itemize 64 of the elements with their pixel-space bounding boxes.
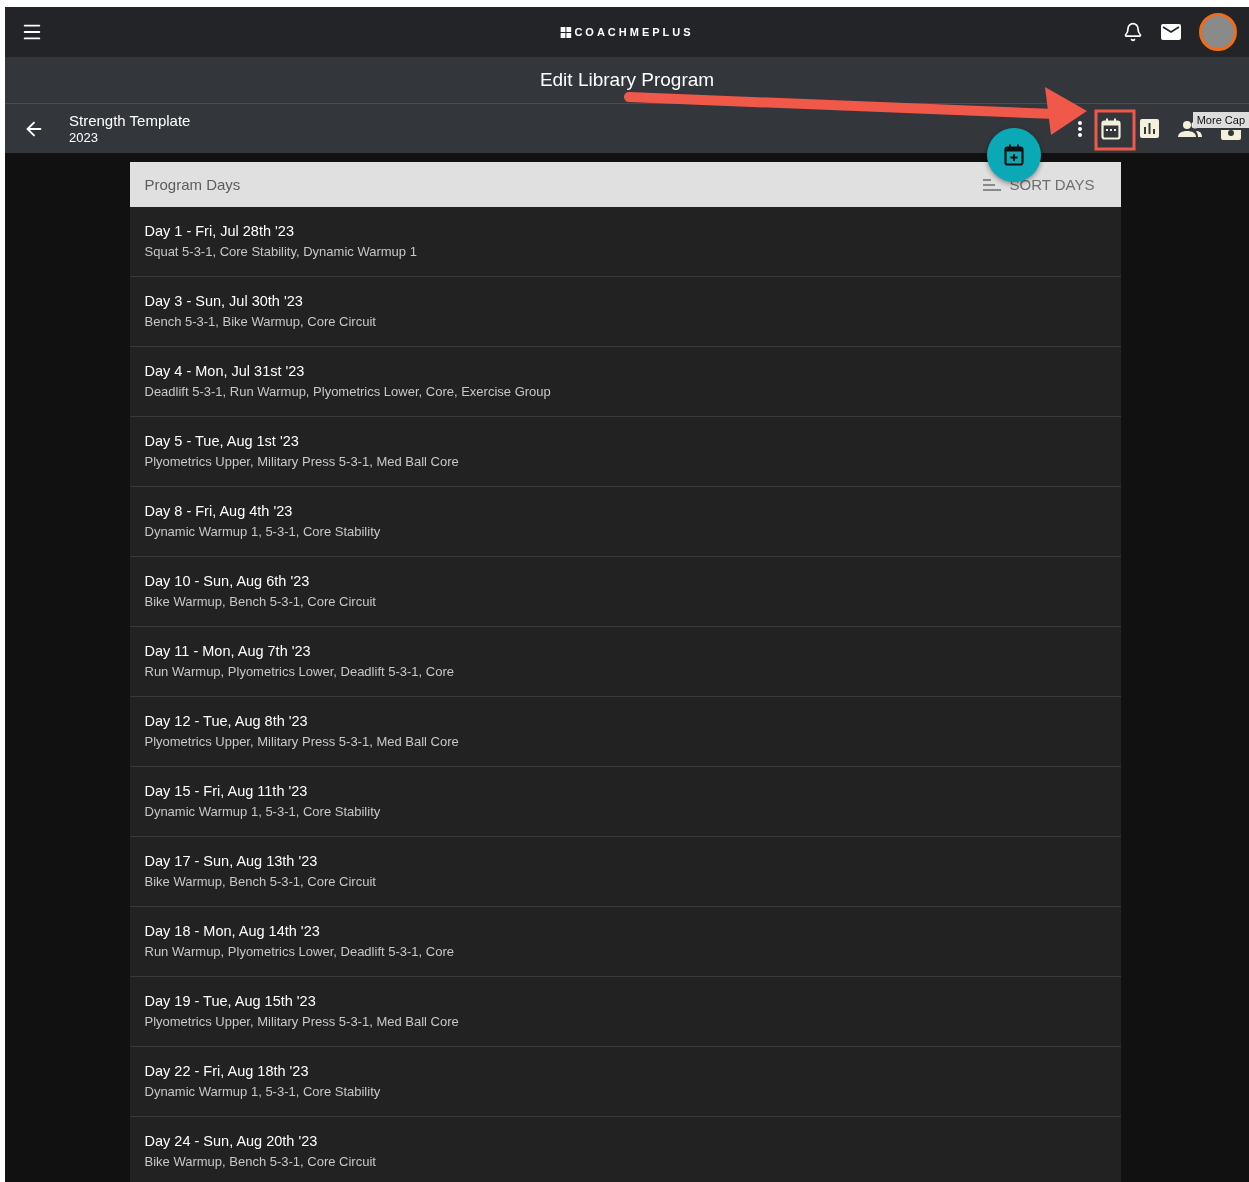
- day-row[interactable]: Day 18 - Mon, Aug 14th '23 Run Warmup, Plyometrics Lower, Deadlift 5-3-1, Core: [129, 907, 1121, 977]
- day-exercises: Deadlift 5-3-1, Run Warmup, Plyometrics Lower, Core, Exercise Group: [144, 384, 552, 399]
- sort-icon: [983, 178, 1002, 191]
- day-row[interactable]: Day 1 - Fri, Jul 28th '23 Squat 5-3-1, Core Stability, Dynamic Warmup 1: [129, 207, 1121, 277]
- annotation-highlight: [1094, 109, 1136, 151]
- day-row[interactable]: Day 19 - Tue, Aug 15th '23 Plyometrics Upper, Military Press 5-3-1, Med Ball Core: [129, 977, 1121, 1047]
- page-title: Edit Library Program: [539, 69, 715, 91]
- day-exercises: Run Warmup, Plyometrics Lower, Deadlift 5-3-1, Core: [144, 664, 455, 679]
- tooltip: More Cap: [1192, 112, 1249, 128]
- day-exercises: Bike Warmup, Bench 5-3-1, Core Circuit: [144, 874, 377, 889]
- day-title: Day 22 - Fri, Aug 18th '23: [144, 1063, 310, 1079]
- day-exercises: Bike Warmup, Bench 5-3-1, Core Circuit: [144, 1154, 377, 1169]
- day-title: Day 4 - Mon, Jul 31st '23: [144, 363, 306, 379]
- program-year: 2023: [69, 130, 99, 145]
- day-row[interactable]: Day 10 - Sun, Aug 6th '23 Bike Warmup, Bench 5-3-1, Core Circuit: [129, 557, 1121, 627]
- day-exercises: Run Warmup, Plyometrics Lower, Deadlift 5-3-1, Core: [144, 944, 455, 959]
- calendar-icon: [1101, 117, 1121, 140]
- day-title: Day 5 - Tue, Aug 1st '23: [144, 433, 300, 449]
- day-exercises: Plyometrics Upper, Military Press 5-3-1, Med Ball Core: [144, 454, 460, 469]
- day-exercises: Plyometrics Upper, Military Press 5-3-1, Med Ball Core: [144, 1014, 460, 1029]
- day-row[interactable]: Day 15 - Fri, Aug 11th '23 Dynamic Warmup 1, 5-3-1, Core Stability: [129, 767, 1121, 837]
- sort-days-button[interactable]: SORT DAYS: [977, 175, 1101, 194]
- day-title: Day 24 - Sun, Aug 20th '23: [144, 1133, 319, 1149]
- day-row[interactable]: Day 3 - Sun, Jul 30th '23 Bench 5-3-1, Bike Warmup, Core Circuit: [129, 277, 1121, 347]
- messages-button[interactable]: [1161, 24, 1181, 40]
- envelope-icon: [1161, 24, 1181, 40]
- program-title: Strength Template: [69, 112, 191, 129]
- day-exercises: Dynamic Warmup 1, 5-3-1, Core Stability: [144, 1084, 382, 1099]
- day-exercises: Dynamic Warmup 1, 5-3-1, Core Stability: [144, 804, 382, 819]
- day-row[interactable]: Day 5 - Tue, Aug 1st '23 Plyometrics Upper, Military Press 5-3-1, Med Ball Core: [129, 417, 1121, 487]
- day-row[interactable]: Day 12 - Tue, Aug 8th '23 Plyometrics Upper, Military Press 5-3-1, Med Ball Core: [129, 697, 1121, 767]
- day-row[interactable]: Day 22 - Fri, Aug 18th '23 Dynamic Warmup 1, 5-3-1, Core Stability: [129, 1047, 1121, 1117]
- more-vertical-icon: [1078, 120, 1082, 137]
- day-title: Day 10 - Sun, Aug 6th '23: [144, 573, 311, 589]
- day-row[interactable]: Day 4 - Mon, Jul 31st '23 Deadlift 5-3-1, Run Warmup, Plyometrics Lower, Core, Exercise Group: [129, 347, 1121, 417]
- day-title: Day 12 - Tue, Aug 8th '23: [144, 713, 309, 729]
- day-row[interactable]: Day 11 - Mon, Aug 7th '23 Run Warmup, Plyometrics Lower, Deadlift 5-3-1, Core: [129, 627, 1121, 697]
- day-title: Day 3 - Sun, Jul 30th '23: [144, 293, 304, 309]
- calendar-button[interactable]: [1101, 117, 1121, 140]
- calendar-plus-icon: [1004, 144, 1024, 166]
- day-title: Day 11 - Mon, Aug 7th '23: [144, 643, 312, 659]
- day-title: Day 8 - Fri, Aug 4th '23: [144, 503, 294, 519]
- panel-title: Program Days: [144, 176, 241, 193]
- day-title: Day 1 - Fri, Jul 28th '23: [144, 223, 295, 239]
- day-row[interactable]: Day 17 - Sun, Aug 13th '23 Bike Warmup, Bench 5-3-1, Core Circuit: [129, 837, 1121, 907]
- user-avatar[interactable]: [1199, 13, 1237, 51]
- day-row[interactable]: Day 24 - Sun, Aug 20th '23 Bike Warmup, Bench 5-3-1, Core Circuit: [129, 1117, 1121, 1182]
- notifications-button[interactable]: [1123, 22, 1143, 42]
- bar-chart-icon: [1140, 119, 1159, 138]
- day-exercises: Plyometrics Upper, Military Press 5-3-1, Med Ball Core: [144, 734, 460, 749]
- day-title: Day 18 - Mon, Aug 14th '23: [144, 923, 321, 939]
- day-exercises: Dynamic Warmup 1, 5-3-1, Core Stability: [144, 524, 382, 539]
- stats-button[interactable]: [1140, 119, 1159, 138]
- bell-icon: [1123, 22, 1143, 42]
- day-exercises: Bench 5-3-1, Bike Warmup, Core Circuit: [144, 314, 377, 329]
- more-options-button[interactable]: [1078, 120, 1082, 137]
- day-title: Day 19 - Tue, Aug 15th '23: [144, 993, 317, 1009]
- day-title: Day 15 - Fri, Aug 11th '23: [144, 783, 309, 799]
- day-exercises: Squat 5-3-1, Core Stability, Dynamic Warmup 1: [144, 244, 418, 259]
- day-title: Day 17 - Sun, Aug 13th '23: [144, 853, 319, 869]
- brand-logo: COACHMEPLUS: [574, 26, 694, 38]
- logo-icon: [560, 26, 572, 38]
- day-row[interactable]: Day 8 - Fri, Aug 4th '23 Dynamic Warmup 1, 5-3-1, Core Stability: [129, 487, 1121, 557]
- day-exercises: Bike Warmup, Bench 5-3-1, Core Circuit: [144, 594, 377, 609]
